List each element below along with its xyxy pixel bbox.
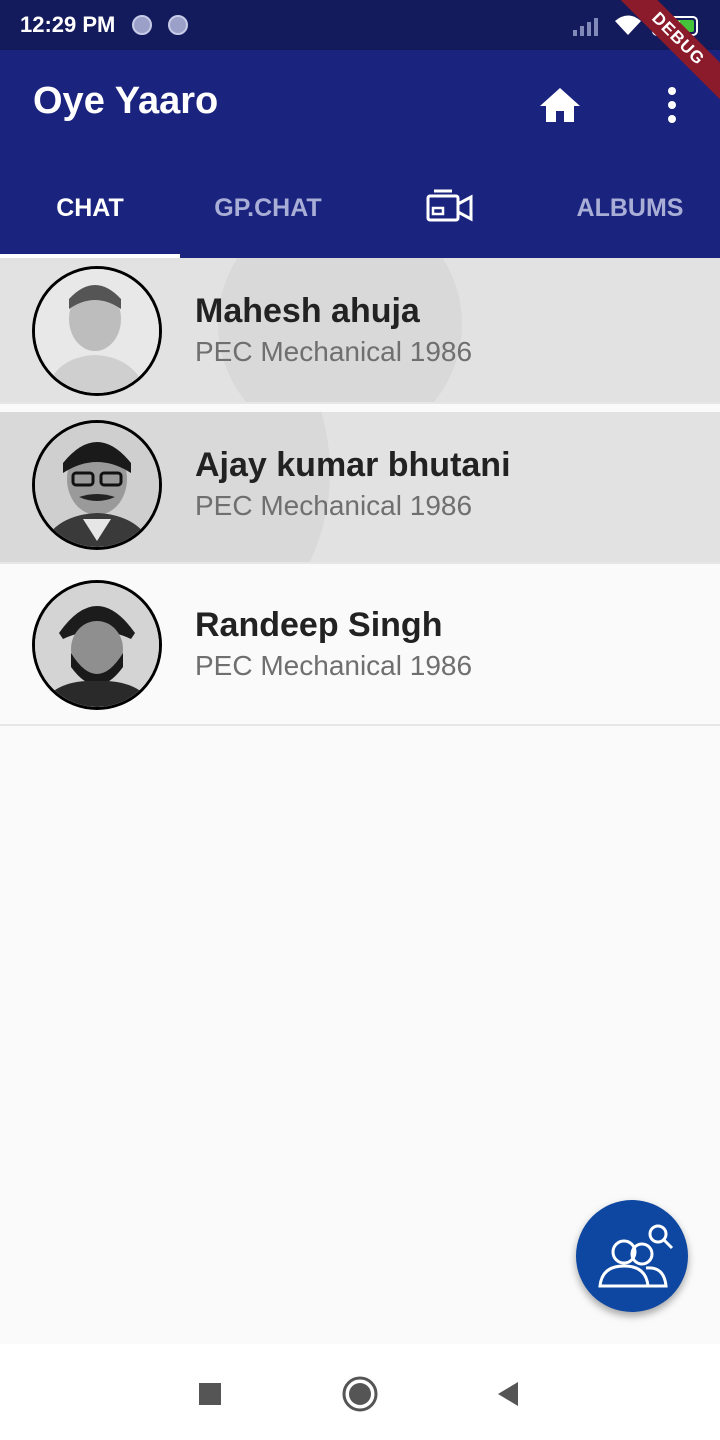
group-search-icon [598, 1224, 674, 1288]
avatar-photo [35, 423, 159, 547]
avatar[interactable] [32, 266, 162, 396]
tab-albums[interactable]: ALBUMS [540, 168, 720, 258]
list-item[interactable]: Ajay kumar bhutani PEC Mechanical 1986 [0, 412, 720, 564]
ripple-effect [218, 258, 462, 402]
system-nav-bar [0, 1344, 720, 1440]
tab-video[interactable] [360, 168, 540, 258]
tab-gp-chat-label: GP.CHAT [214, 194, 322, 222]
avatar[interactable] [32, 580, 162, 710]
wifi-icon [615, 15, 641, 35]
status-time: 12:29 PM [20, 12, 116, 37]
tab-gp-chat[interactable]: GP.CHAT [178, 168, 358, 258]
contact-subtitle: PEC Mechanical 1986 [195, 336, 473, 367]
contact-name: Randeep Singh [195, 606, 443, 644]
notification-dot-icon [132, 15, 152, 35]
contact-subtitle: PEC Mechanical 1986 [195, 490, 473, 521]
more-vert-icon[interactable] [656, 84, 688, 126]
notification-dot-icon [168, 15, 188, 35]
tab-bar: CHAT GP.CHAT ALBUMS [0, 168, 720, 258]
home-nav-icon[interactable] [340, 1374, 380, 1414]
tab-albums-label: ALBUMS [576, 194, 684, 222]
contact-subtitle: PEC Mechanical 1986 [195, 650, 473, 681]
contact-name: Ajay kumar bhutani [195, 446, 511, 484]
contact-name: Mahesh ahuja [195, 292, 420, 330]
tab-chat-label: CHAT [56, 194, 124, 222]
tab-chat[interactable]: CHAT [0, 168, 180, 258]
contact-list: Mahesh ahuja PEC Mechanical 1986 Ajay ku… [0, 258, 720, 726]
list-item[interactable]: Mahesh ahuja PEC Mechanical 1986 [0, 258, 720, 404]
back-icon[interactable] [488, 1374, 528, 1414]
avatar[interactable] [32, 420, 162, 550]
home-icon[interactable] [536, 84, 584, 126]
battery-level: 91 [656, 19, 694, 32]
group-search-fab[interactable] [576, 1200, 688, 1312]
list-item[interactable]: Randeep Singh PEC Mechanical 1986 [0, 568, 720, 726]
app-title: Oye Yaaro [33, 80, 219, 122]
avatar-photo [35, 583, 159, 707]
recent-apps-icon[interactable] [190, 1374, 230, 1414]
signal-icon [573, 18, 598, 36]
avatar-photo [35, 269, 159, 393]
video-call-icon [426, 189, 473, 222]
app-bar: Oye Yaaro CHAT GP.CHAT ALBUMS [0, 50, 720, 258]
battery-icon: 91 [652, 16, 698, 36]
status-bar: 12:29 PM 91 [0, 0, 720, 50]
